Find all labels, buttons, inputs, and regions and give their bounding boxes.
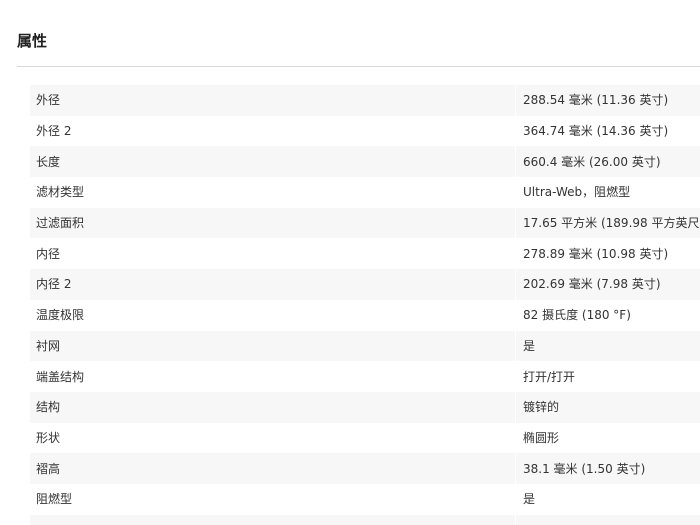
property-label: 衬网 [36,338,61,353]
table-row: 结构 镀锌的 [30,391,700,423]
table-row [30,514,700,525]
property-label: 形状 [36,430,61,445]
table-row: 端盖结构 打开/打开 [30,361,700,392]
table-row: 内径 2 202.69 毫米 (7.98 英寸) [30,269,700,300]
table-row: 内径 278.89 毫米 (10.98 英寸) [30,238,700,270]
table-row: 过滤面积 17.65 平方米 (189.98 平方英尺) [30,207,700,239]
table-row: 衬网 是 [30,330,700,362]
table-row: 褶高 38.1 毫米 (1.50 英寸) [30,453,700,484]
property-value: 278.89 毫米 (10.98 英寸) [523,246,669,261]
property-label: 外径 [36,93,61,108]
property-value: Ultra-Web，阻燃型 [523,185,631,200]
table-row: 形状 椭圆形 [30,422,700,454]
section-divider [17,66,700,67]
property-value: 椭圆形 [523,430,560,445]
property-label: 内径 [36,246,61,261]
property-value: 镀锌的 [523,400,560,415]
property-label: 端盖结构 [36,369,85,384]
property-label: 阻燃型 [36,492,73,507]
property-value: 364.74 毫米 (14.36 英寸) [523,124,669,139]
properties-table: 外径 288.54 毫米 (11.36 英寸) 外径 2 364.74 毫米 (… [30,85,700,525]
property-value: 是 [523,338,536,353]
property-value: 660.4 毫米 (26.00 英寸) [523,154,661,169]
table-row: 温度极限 82 摄氏度 (180 °F) [30,299,700,331]
property-label: 外径 2 [36,124,72,139]
property-value: 288.54 毫米 (11.36 英寸) [523,93,669,108]
table-row: 阻燃型 是 [30,483,700,515]
property-label: 长度 [36,154,61,169]
table-row: 外径 2 364.74 毫米 (14.36 英寸) [30,115,700,147]
column-separator [515,514,516,525]
property-label: 结构 [36,400,61,415]
property-label: 滤材类型 [36,185,85,200]
property-label: 内径 2 [36,277,72,292]
section-title: 属性 [17,32,48,50]
property-value: 17.65 平方米 (189.98 平方英尺) [523,216,700,231]
property-value: 82 摄氏度 (180 °F) [523,308,631,323]
property-value: 38.1 毫米 (1.50 英寸) [523,461,646,476]
property-label: 过滤面积 [36,216,85,231]
property-value: 打开/打开 [523,369,576,384]
property-value: 是 [523,492,536,507]
property-value: 202.69 毫米 (7.98 英寸) [523,277,661,292]
table-row: 滤材类型 Ultra-Web，阻燃型 [30,177,700,208]
table-row: 长度 660.4 毫米 (26.00 英寸) [30,146,700,178]
table-row: 外径 288.54 毫米 (11.36 英寸) [30,85,700,116]
product-properties-page: 属性 外径 288.54 毫米 (11.36 英寸) 外径 2 364.74 毫… [0,0,700,525]
property-label: 温度极限 [36,308,85,323]
property-label: 褶高 [36,461,61,476]
